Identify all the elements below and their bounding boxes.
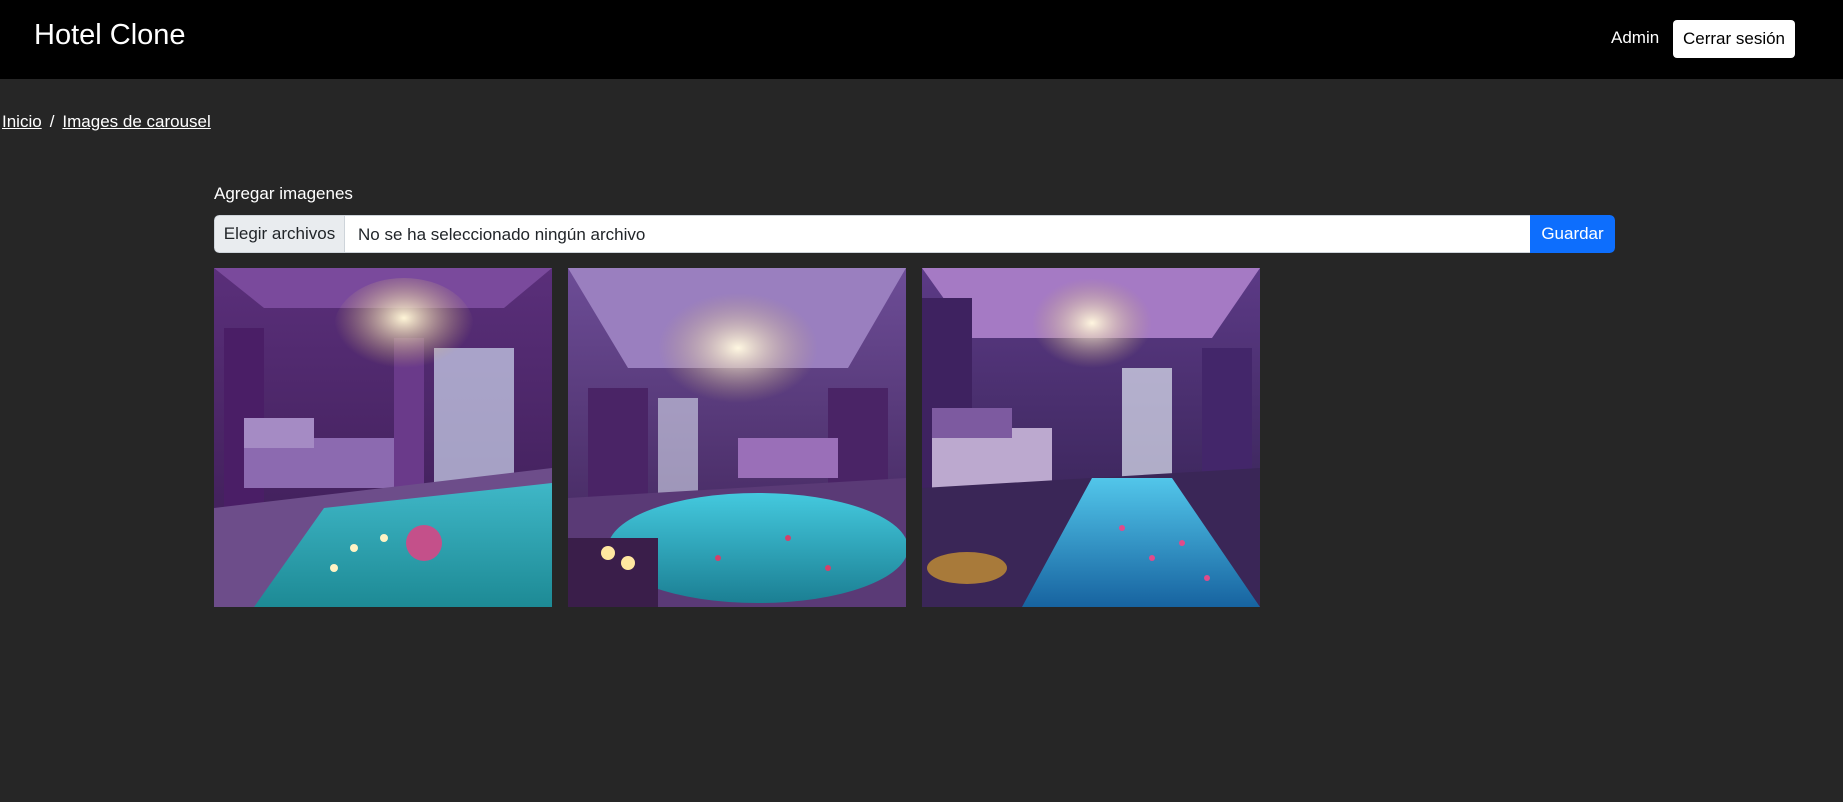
breadcrumb-separator: / <box>49 112 55 131</box>
breadcrumb-current-link[interactable]: Images de carousel <box>62 112 210 132</box>
breadcrumb-home-link[interactable]: Inicio <box>2 112 42 132</box>
bedroom-pool-image-2 <box>568 268 906 607</box>
save-button[interactable]: Guardar <box>1530 215 1615 253</box>
user-name: Admin <box>1611 28 1660 47</box>
file-status-text[interactable]: No se ha seleccionado ningún archivo <box>345 215 1530 253</box>
image-gallery <box>214 268 1260 607</box>
choose-files-button[interactable]: Elegir archivos <box>214 215 345 253</box>
upload-label: Agregar imagenes <box>214 184 353 203</box>
navbar: Hotel Clone Admin Cerrar sesión <box>0 0 1843 79</box>
brand-logo[interactable]: Hotel Clone <box>34 18 186 52</box>
carousel-image-3[interactable] <box>922 268 1260 607</box>
breadcrumb: Inicio / Images de carousel <box>2 112 211 132</box>
carousel-image-2[interactable] <box>568 268 906 607</box>
carousel-image-1[interactable] <box>214 268 552 607</box>
upload-group: Elegir archivos No se ha seleccionado ni… <box>214 215 1615 253</box>
bedroom-pool-image-1 <box>214 268 552 607</box>
bedroom-pool-image-3 <box>922 268 1260 607</box>
logout-button[interactable]: Cerrar sesión <box>1673 20 1795 58</box>
